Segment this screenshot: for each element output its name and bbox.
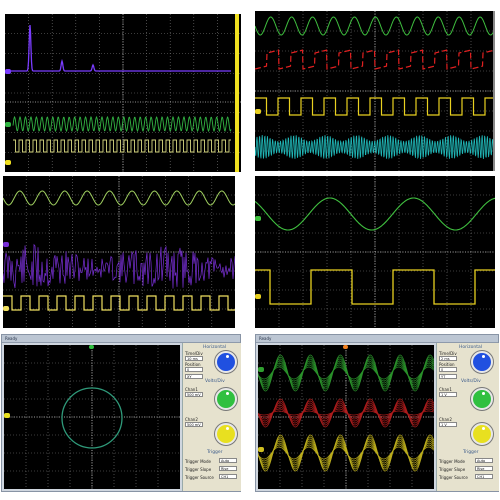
channel-marker-yellow[interactable]	[5, 160, 11, 165]
trigger-section-label: Trigger	[463, 450, 479, 455]
channel-marker-purple[interactable]	[3, 242, 9, 247]
channel-marker-green[interactable]	[5, 122, 11, 127]
status-bar: Ready	[2, 335, 240, 343]
position-select[interactable]: 0	[185, 367, 203, 372]
trigger-slope-label: Trigger Slope	[439, 467, 466, 472]
ch1-volts-select[interactable]: 500 mV	[185, 392, 203, 397]
trigger-mode-select[interactable]: Auto	[475, 458, 493, 463]
scope-screen	[255, 11, 495, 171]
volts-div-section-label: Volts/Div	[205, 379, 225, 384]
channel-marker-green[interactable]	[258, 367, 264, 372]
scope-app-window-yt: Ready Horizontal Time/Div 2 ms Position …	[255, 334, 499, 492]
channel-marker-purple[interactable]	[5, 69, 11, 74]
control-panel: Horizontal Time/Div 10 ms Position 0 XY …	[182, 343, 241, 491]
scope-app-window-xy: Ready Horizontal Time/Div 10 ms Position…	[1, 334, 241, 492]
scope-screen	[5, 14, 241, 172]
scope-panel-four-channel	[255, 11, 495, 171]
scope-screen	[4, 345, 180, 489]
position-select[interactable]: 0	[439, 367, 457, 372]
trigger-source-select[interactable]: CH1	[219, 474, 237, 479]
mode-select[interactable]: YT	[439, 374, 457, 379]
time-div-select[interactable]: 10 ms	[185, 356, 203, 361]
channel-marker-yellow[interactable]	[255, 294, 261, 299]
channel-trace-white	[13, 139, 231, 153]
trigger-level-bar[interactable]	[493, 11, 495, 171]
volts-div-section-label: Volts/Div	[461, 379, 481, 384]
ch1-knob[interactable]	[215, 388, 237, 410]
scope-screen	[255, 176, 495, 328]
trigger-mode-select[interactable]: Auto	[219, 458, 237, 463]
trigger-level-bar[interactable]	[235, 14, 239, 172]
trigger-marker-orange[interactable]	[343, 345, 348, 349]
channel-trace-green	[12, 115, 232, 133]
scope-panel-sine-square	[255, 176, 495, 328]
trigger-marker-green[interactable]	[89, 345, 94, 349]
channel-marker-yellow[interactable]	[3, 306, 9, 311]
ch1-volts-select[interactable]: 1 V	[439, 392, 457, 397]
scope-screen	[257, 345, 435, 489]
control-panel: Horizontal Time/Div 2 ms Position 0 YT V…	[436, 343, 499, 491]
mode-select[interactable]: XY	[185, 374, 203, 379]
ch2-volts-select[interactable]: 1 V	[439, 422, 457, 427]
scope-panel-spectrum	[5, 14, 241, 172]
trigger-slope-select[interactable]: Rise	[219, 466, 237, 471]
trigger-mode-label: Trigger Mode	[439, 459, 465, 464]
trigger-slope-label: Trigger Slope	[185, 467, 212, 472]
trigger-source-select[interactable]: CH1	[475, 474, 493, 479]
channel-marker-green[interactable]	[255, 216, 261, 221]
channel-marker-yellow[interactable]	[258, 447, 264, 452]
status-bar: Ready	[256, 335, 498, 343]
trigger-source-label: Trigger Source	[185, 475, 214, 480]
spectrum-trace	[5, 24, 231, 72]
horizontal-knob[interactable]	[471, 351, 493, 373]
time-div-select[interactable]: 2 ms	[439, 356, 457, 361]
ch2-knob[interactable]	[215, 423, 237, 445]
ch2-knob[interactable]	[471, 423, 493, 445]
trigger-mode-label: Trigger Mode	[185, 459, 211, 464]
channel-marker-yellow[interactable]	[4, 413, 10, 418]
trigger-source-label: Trigger Source	[439, 475, 468, 480]
scope-screen	[3, 176, 235, 328]
horizontal-section-label: Horizontal	[203, 345, 226, 350]
horizontal-section-label: Horizontal	[459, 345, 482, 350]
trigger-slope-select[interactable]: Rise	[475, 466, 493, 471]
scope-panel-noise	[3, 176, 235, 328]
channel-marker-yellow[interactable]	[255, 109, 261, 114]
ch1-knob[interactable]	[471, 388, 493, 410]
trigger-section-label: Trigger	[207, 450, 223, 455]
ch2-volts-select[interactable]: 500 mV	[185, 422, 203, 427]
horizontal-knob[interactable]	[215, 351, 237, 373]
